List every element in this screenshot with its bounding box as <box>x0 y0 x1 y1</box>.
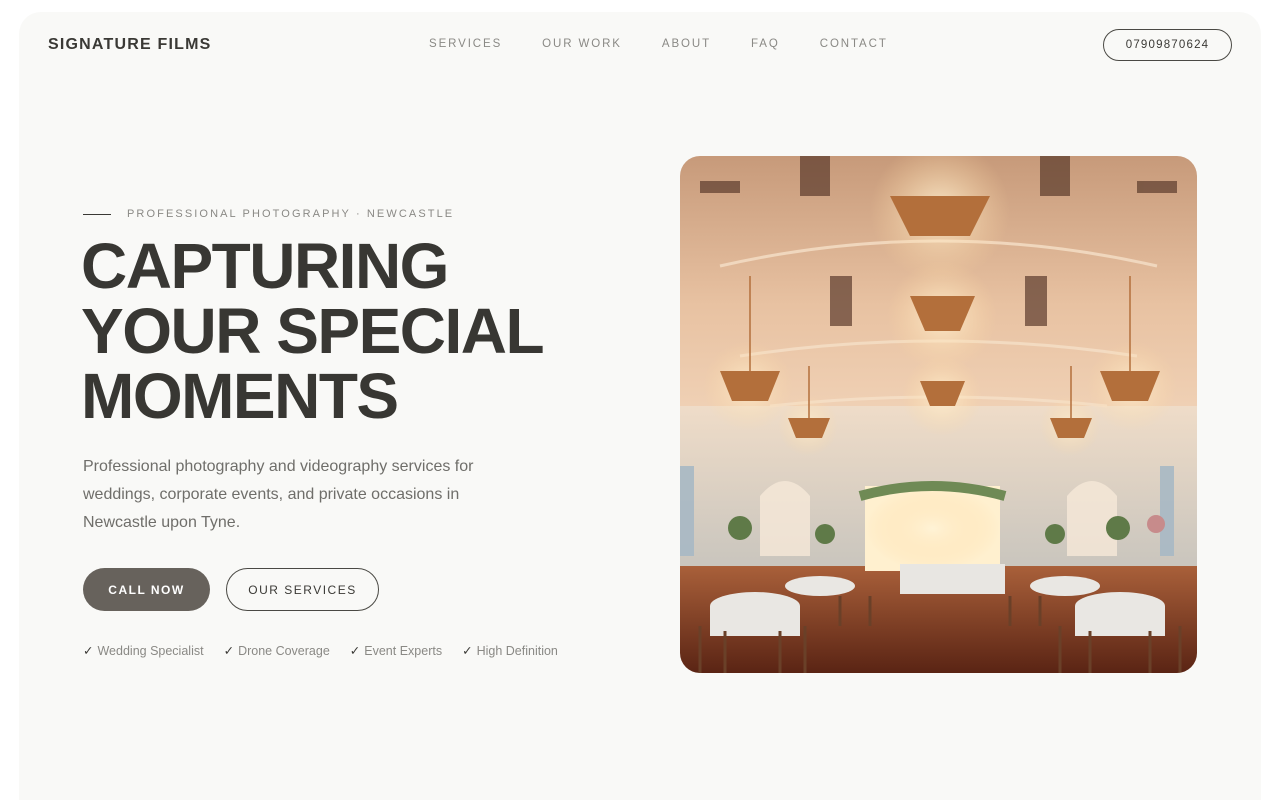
eyebrow-text: PROFESSIONAL PHOTOGRAPHY · NEWCASTLE <box>127 208 455 220</box>
feature-label: Wedding Specialist <box>97 644 204 658</box>
brand-logo[interactable]: SIGNATURE FILMS <box>48 36 211 54</box>
nav-contact[interactable]: CONTACT <box>820 38 888 50</box>
nav-about[interactable]: ABOUT <box>662 38 711 50</box>
ballroom-illustration <box>680 156 1197 673</box>
our-services-button[interactable]: OUR SERVICES <box>226 568 379 611</box>
feature-list: ✓ Wedding Specialist ✓ Drone Coverage ✓ Eve… <box>83 643 558 658</box>
page: SIGNATURE FILMS SERVICES OUR WORK ABOUT … <box>19 12 1261 800</box>
check-icon: ✓ <box>349 644 361 658</box>
feature-item: ✓ Wedding Specialist <box>83 643 204 658</box>
feature-item: ✓ High Definition <box>462 643 558 658</box>
check-icon: ✓ <box>83 644 94 658</box>
phone-button[interactable]: 07909870624 <box>1103 29 1232 61</box>
eyebrow-divider <box>83 213 111 215</box>
hero-image <box>680 156 1197 673</box>
check-icon: ✓ <box>223 644 235 658</box>
hero-headline: CAPTURING YOUR SPECIAL MOMENTS <box>81 234 601 429</box>
nav-our-work[interactable]: OUR WORK <box>542 38 622 50</box>
nav-faq[interactable]: FAQ <box>751 38 780 50</box>
call-now-button[interactable]: CALL NOW <box>83 568 210 611</box>
hero-description: Professional photography and videography… <box>83 458 474 531</box>
feature-label: Event Experts <box>364 644 443 658</box>
headline-line-1: CAPTURING <box>81 230 449 302</box>
headline-line-2: YOUR SPECIAL <box>81 295 545 367</box>
feature-item: ✓ Drone Coverage <box>224 643 330 658</box>
feature-label: High Definition <box>476 644 558 658</box>
feature-label: Drone Coverage <box>238 644 330 658</box>
feature-item: ✓ Event Experts <box>350 643 442 658</box>
headline-line-3: MOMENTS <box>81 360 399 432</box>
check-icon: ✓ <box>462 644 473 658</box>
main-nav: SERVICES OUR WORK ABOUT FAQ CONTACT <box>429 38 888 50</box>
hero-eyebrow: PROFESSIONAL PHOTOGRAPHY · NEWCASTLE <box>83 208 454 220</box>
nav-services[interactable]: SERVICES <box>429 38 502 50</box>
